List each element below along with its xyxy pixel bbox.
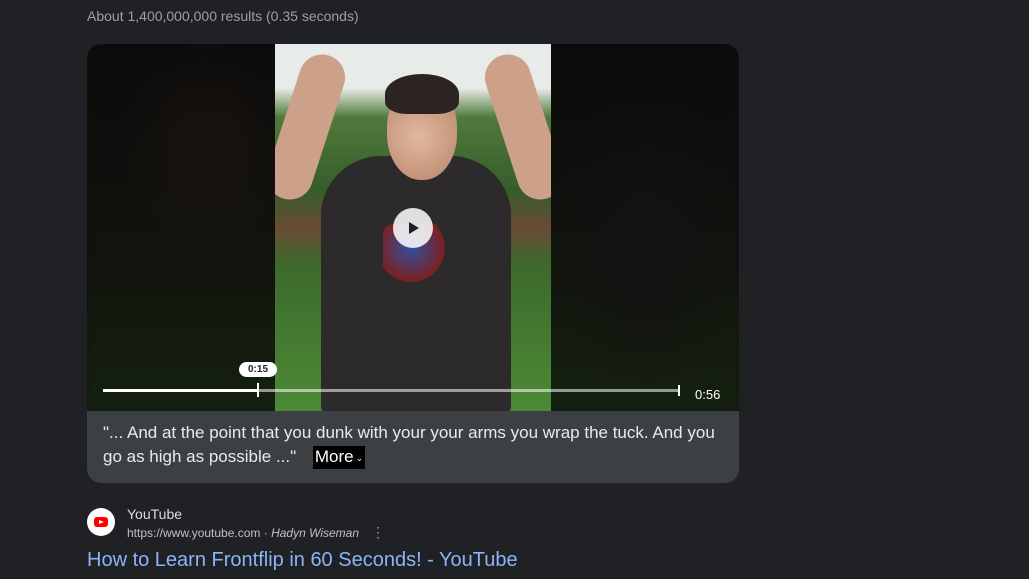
result-site-name[interactable]: YouTube xyxy=(127,506,182,522)
video-player[interactable]: 0:15 0:56 xyxy=(87,44,739,411)
result-stats: About 1,400,000,000 results (0.35 second… xyxy=(87,8,359,24)
play-icon xyxy=(409,222,419,234)
youtube-icon[interactable] xyxy=(87,508,115,536)
video-scrubber-handle[interactable] xyxy=(257,383,259,397)
youtube-logo-icon xyxy=(94,517,108,527)
thumbnail-person-hair xyxy=(385,74,459,114)
chevron-down-icon: ⌄ xyxy=(355,452,364,463)
result-author: Hadyn Wiseman xyxy=(271,526,360,540)
video-progress-end-marker xyxy=(678,385,680,396)
video-progress-bar[interactable] xyxy=(103,385,680,396)
current-time-bubble: 0:15 xyxy=(239,362,278,377)
video-duration: 0:56 xyxy=(695,387,721,402)
transcript-text: "... And at the point that you dunk with… xyxy=(103,423,715,466)
more-options-icon[interactable]: ⋮ xyxy=(371,524,385,541)
result-title-link[interactable]: How to Learn Frontflip in 60 Seconds! - … xyxy=(87,549,518,572)
result-url: https://www.youtube.com xyxy=(127,526,261,540)
video-progress-fill xyxy=(103,389,258,392)
video-transcript-snippet: "... And at the point that you dunk with… xyxy=(103,421,723,469)
video-card[interactable]: 0:15 0:56 "... And at the point that you… xyxy=(87,44,739,483)
url-separator: · xyxy=(260,526,272,540)
result-url-line[interactable]: https://www.youtube.com · Hadyn Wiseman xyxy=(127,526,359,540)
play-button[interactable] xyxy=(393,208,433,248)
more-label: More xyxy=(314,447,354,466)
more-button[interactable]: More ⌄ xyxy=(312,446,366,469)
